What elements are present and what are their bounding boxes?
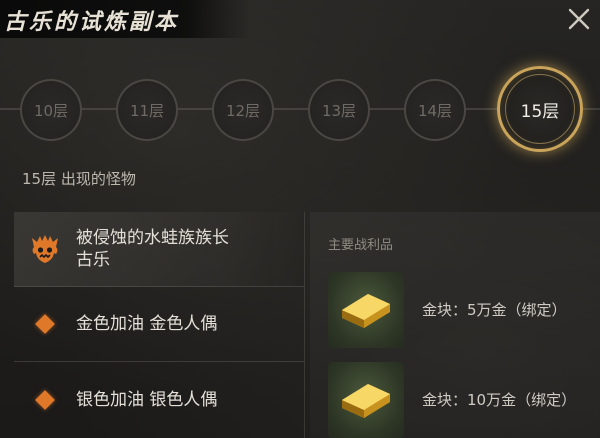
- panel-divider: [304, 212, 305, 438]
- diamond-icon: [35, 389, 55, 410]
- gold-bar-icon: [342, 294, 390, 328]
- floor-15-button[interactable]: 15层: [497, 66, 583, 152]
- loot-item[interactable]: 金块：10万金（绑定）: [328, 362, 598, 438]
- loot-thumbnail: [328, 362, 404, 438]
- floor-10-button[interactable]: 10层: [20, 79, 82, 141]
- loot-label: 金块：5万金（绑定）: [422, 301, 567, 319]
- loot-label: 金块：10万金（绑定）: [422, 391, 577, 409]
- floor-13-button[interactable]: 13层: [308, 79, 370, 141]
- floor-12-button[interactable]: 12层: [212, 79, 274, 141]
- loot-thumbnail: [328, 272, 404, 348]
- loot-item[interactable]: 金块：5万金（绑定）: [328, 272, 598, 348]
- boss-skull-icon: [32, 235, 58, 263]
- floor-11-button[interactable]: 11层: [116, 79, 178, 141]
- close-button[interactable]: [564, 4, 594, 34]
- floor-14-button[interactable]: 14层: [404, 79, 466, 141]
- floor-label: 10层: [33, 101, 69, 120]
- floor-label: 15层: [520, 101, 560, 122]
- monster-name: 金色加油 金色人偶: [76, 314, 218, 334]
- title-bar: 古乐的试炼副本: [0, 0, 250, 38]
- floor-label: 11层: [129, 101, 165, 120]
- diamond-icon: [35, 314, 55, 334]
- monsters-section-title: 15层 出现的怪物: [22, 170, 136, 188]
- floor-label: 13层: [321, 101, 357, 120]
- loot-header: 主要战利品: [328, 238, 394, 253]
- monster-item[interactable]: 银色加油 银色人偶: [14, 362, 304, 437]
- loot-panel: 主要战利品 金块：5万金（绑定） 金块：10万金（绑定）: [310, 212, 600, 438]
- monster-item-boss[interactable]: 被侵蚀的水蛙族族长 古乐: [14, 212, 304, 287]
- monster-list: 被侵蚀的水蛙族族长 古乐 金色加油 金色人偶 银色加油 银色人偶: [14, 212, 304, 437]
- floor-label: 12层: [225, 101, 261, 120]
- close-icon: [568, 8, 590, 30]
- monster-item[interactable]: 金色加油 金色人偶: [14, 287, 304, 362]
- floor-label: 14层: [417, 101, 453, 120]
- monster-name: 被侵蚀的水蛙族族长 古乐: [76, 228, 229, 270]
- gold-bar-icon: [342, 384, 390, 418]
- monster-name: 银色加油 银色人偶: [76, 389, 218, 410]
- page-title: 古乐的试炼副本: [4, 9, 180, 35]
